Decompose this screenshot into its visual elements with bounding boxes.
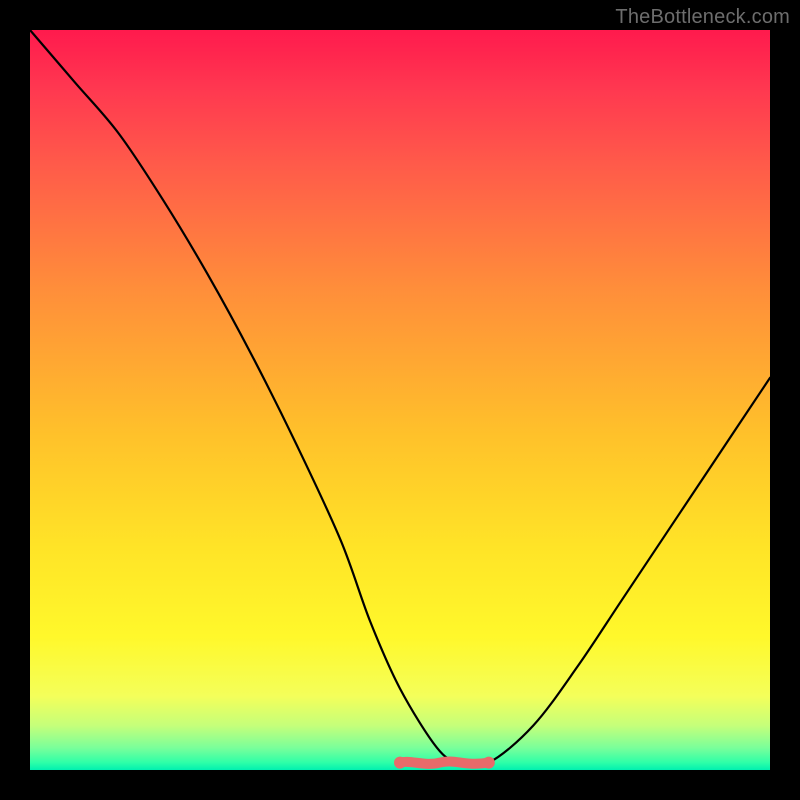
curve-line [30, 30, 770, 766]
plot-area [30, 30, 770, 770]
trough-dot-left-icon [394, 757, 406, 769]
bottleneck-curve [30, 30, 770, 770]
trough-marker [400, 761, 489, 763]
watermark-text: TheBottleneck.com [615, 6, 790, 29]
chart-frame: TheBottleneck.com [0, 0, 800, 800]
trough-dot-right-icon [483, 757, 495, 769]
